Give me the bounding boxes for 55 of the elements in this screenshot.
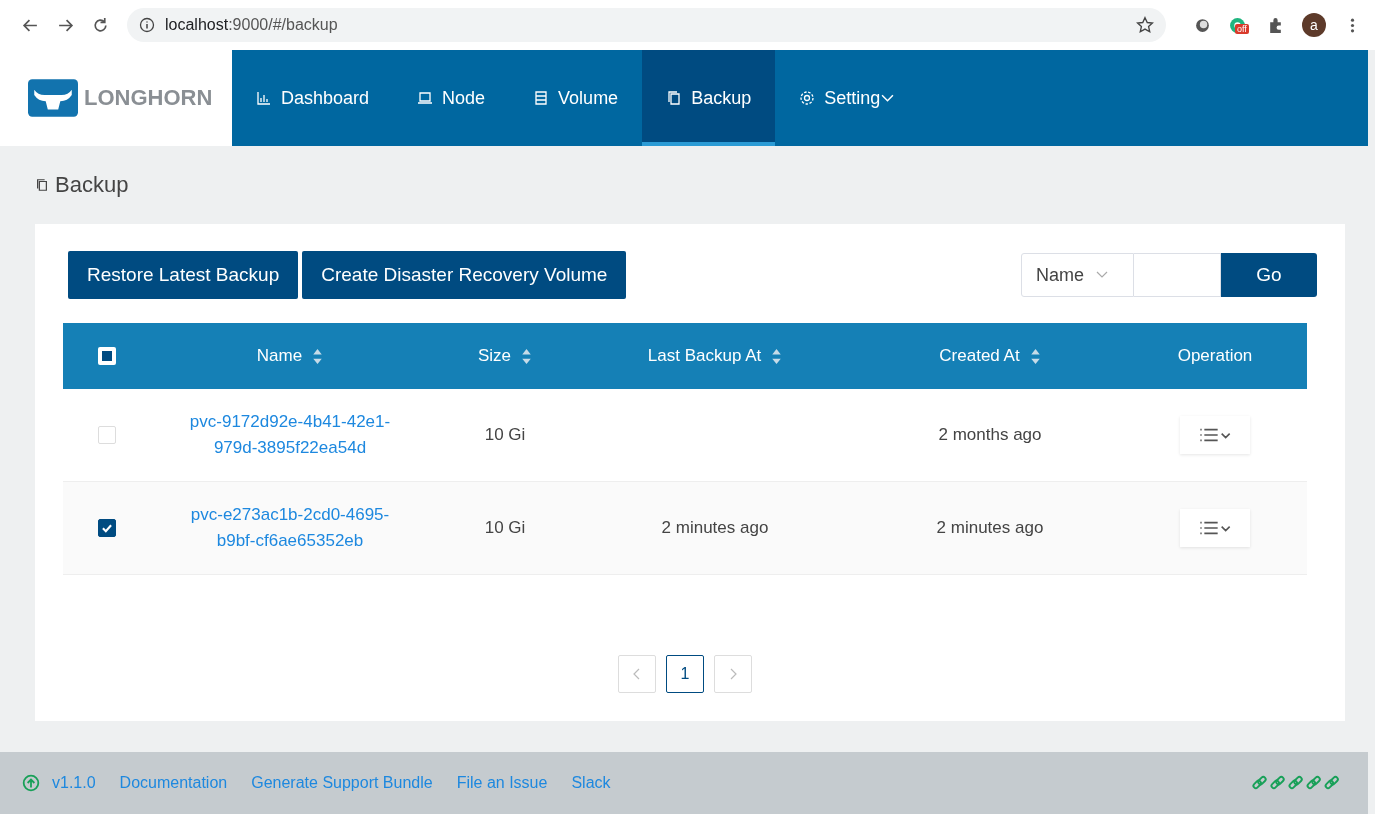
chevron-left-icon [633,668,641,680]
star-icon[interactable] [1136,16,1154,34]
table-cell: 10 Gi [484,425,526,445]
sort-icon[interactable] [771,347,783,365]
action-button[interactable]: Restore Latest Backup [68,251,299,299]
reload-icon[interactable] [92,16,109,34]
bar-chart-icon [256,90,272,106]
caret-icon [1096,271,1108,279]
sort-icon[interactable] [312,347,324,365]
field-select[interactable]: Name [1021,253,1134,297]
puzzle-icon[interactable] [1267,16,1284,34]
volume-link[interactable]: pvc-e273ac1b-2cd0-4695-b9bf-cf6ae65352eb [182,502,398,554]
table-cell: 10 Gi [484,518,526,538]
select-all-checkbox[interactable] [97,347,116,365]
row-checkbox[interactable] [97,519,116,537]
nav-tab[interactable]: Node [393,50,510,146]
action-button[interactable]: Create Disaster Recovery Volume [302,251,627,299]
address-bar[interactable]: localhost:9000/#/backup [127,8,1166,42]
page-button[interactable]: 1 [666,655,704,693]
column-header: Size [477,346,512,366]
column-header: Operation [1177,346,1253,366]
url-text: localhost:9000/#/backup [165,16,338,34]
nav-tab[interactable]: Setting [775,50,919,146]
column-header: Created At [939,346,1020,366]
settings-icon [799,90,816,106]
off-badge: off [1235,24,1249,34]
column-header: Last Backup At [647,346,762,366]
table-cell: 2 minutes ago [661,518,769,538]
copy-icon [666,90,683,106]
bull-icon [28,79,78,117]
copy-icon [35,177,49,193]
nav-tab[interactable]: Backup [642,50,776,146]
table-cell: 2 minutes ago [936,518,1044,538]
brand-logo[interactable]: LONGHORN [0,50,232,146]
list-icon [1199,427,1231,443]
page-title: Backup [55,172,129,198]
chevron-right-icon [729,668,737,680]
list-icon [1199,520,1231,536]
column-header: Name [256,346,303,366]
sort-icon[interactable] [521,347,533,365]
avatar[interactable]: a [1302,13,1326,37]
brand-name: LONGHORN [84,85,213,111]
go-button[interactable]: Go [1221,253,1317,297]
search-field[interactable] [1134,253,1221,297]
operation-dropdown[interactable] [1180,416,1250,454]
laptop-icon [417,90,434,106]
volume-link[interactable]: pvc-9172d92e-4b41-42e1-979d-3895f22ea54d [182,409,398,461]
nav-tab[interactable]: Volume [509,50,643,146]
nav-tab[interactable]: Dashboard [232,50,394,146]
operation-dropdown[interactable] [1180,509,1250,547]
list-icon [533,90,550,106]
circle-icon[interactable] [1194,16,1211,34]
info-icon[interactable] [139,17,155,33]
table-cell: 2 months ago [938,425,1042,445]
sort-icon[interactable] [1029,347,1041,365]
